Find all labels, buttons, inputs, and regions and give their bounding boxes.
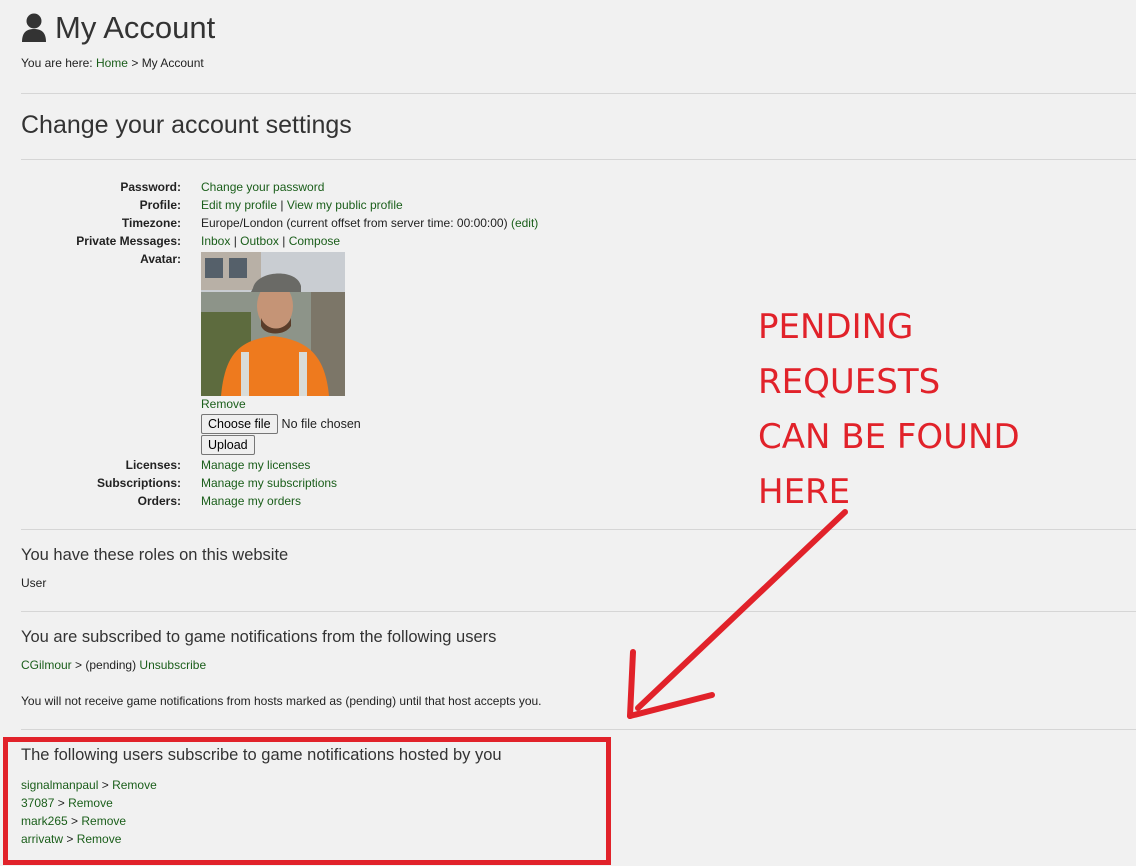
title-row: My Account [21,10,215,46]
orders-row: Orders: Manage my orders [0,492,538,510]
unsubscribe-link[interactable]: Unsubscribe [139,658,206,672]
no-file-chosen-text: No file chosen [281,417,361,431]
pending-note: You will not receive game notifications … [21,694,542,708]
breadcrumb-current: My Account [141,56,204,70]
remove-subscriber-link[interactable]: Remove [68,796,113,810]
subscribed-list-item: CGilmour > (pending) Unsubscribe [21,658,206,672]
private-messages-row: Private Messages: Inbox | Outbox | Compo… [0,232,538,250]
separator: > [57,796,65,810]
pending-status: (pending) [85,658,137,672]
password-row: Password: Change your password [0,178,538,196]
subscriber-user-link[interactable]: mark265 [21,814,68,828]
outbox-link[interactable]: Outbox [240,234,279,248]
avatar-image [201,252,345,396]
change-password-link[interactable]: Change your password [201,180,324,194]
page-title: My Account [55,10,216,45]
user-icon [22,13,46,42]
compose-link[interactable]: Compose [289,234,340,248]
separator: | [233,234,237,248]
annotation-line: HERE [758,472,851,512]
upload-button[interactable]: Upload [201,435,255,455]
profile-row: Profile: Edit my profile | View my publi… [0,196,538,214]
separator: > [75,658,83,672]
roles-heading: You have these roles on this website [21,546,289,564]
subscriber-user-link[interactable]: arrivatw [21,832,63,846]
account-settings: Password: Change your password Profile: … [0,178,538,510]
manage-licenses-link[interactable]: Manage my licenses [201,458,310,472]
role-value: User [21,576,47,590]
subscriptions-label: Subscriptions: [96,476,181,490]
remove-subscriber-link[interactable]: Remove [81,814,126,828]
password-label: Password: [120,180,181,194]
subscriber-user-link[interactable]: 37087 [21,796,54,810]
divider [21,529,1136,530]
subscriptions-row: Subscriptions: Manage my subscriptions [0,474,538,492]
edit-timezone-link[interactable]: (edit) [511,216,538,230]
remove-subscriber-link[interactable]: Remove [77,832,122,846]
annotation-line: REQUESTS [758,362,941,402]
separator: > [66,832,74,846]
annotation-text: PENDING REQUESTS CAN BE FOUND HERE [758,300,1118,520]
subscribed-heading: You are subscribed to game notifications… [21,628,497,646]
breadcrumb-separator: > [131,56,139,70]
breadcrumb-home-link[interactable]: Home [96,56,128,70]
licenses-row: Licenses: Manage my licenses [0,456,538,474]
separator: | [282,234,286,248]
profile-label: Profile: [139,198,181,212]
subscriber-user-link[interactable]: signalmanpaul [21,778,98,792]
breadcrumb: You are here: Home > My Account [21,56,215,70]
settings-heading: Change your account settings [21,111,352,139]
avatar-photo [201,252,345,396]
divider [21,93,1136,94]
avatar-row: Avatar: Remove Choose file No file chose… [0,250,538,455]
list-item: signalmanpaul > Remove [21,776,157,794]
edit-profile-link[interactable]: Edit my profile [201,198,277,212]
annotation-line: CAN BE FOUND [758,417,1020,457]
separator: | [280,198,284,212]
subscribers-list: signalmanpaul > Remove 37087 > Remove ma… [21,776,157,848]
manage-orders-link[interactable]: Manage my orders [201,494,301,508]
remove-subscriber-link[interactable]: Remove [112,778,157,792]
choose-file-button[interactable]: Choose file [201,414,278,434]
manage-subscriptions-link[interactable]: Manage my subscriptions [201,476,337,490]
separator: > [71,814,79,828]
timezone-row: Timezone: Europe/London (current offset … [0,214,538,232]
divider [21,729,1136,730]
subscribed-user-link[interactable]: CGilmour [21,658,72,672]
inbox-link[interactable]: Inbox [201,234,230,248]
list-item: 37087 > Remove [21,794,157,812]
orders-label: Orders: [137,494,181,508]
page-header: My Account You are here: Home > My Accou… [21,10,215,70]
list-item: mark265 > Remove [21,812,157,830]
breadcrumb-prefix: You are here: [21,56,93,70]
divider [21,611,1136,612]
separator: > [101,778,109,792]
file-picker: Choose file No file chosen [201,414,361,434]
annotation-line: PENDING [758,307,914,347]
avatar-label: Avatar: [140,252,181,266]
private-messages-label: Private Messages: [76,234,181,248]
divider [21,159,1136,160]
view-public-profile-link[interactable]: View my public profile [287,198,403,212]
timezone-label: Timezone: [121,216,181,230]
timezone-value: Europe/London (current offset from serve… [201,216,508,230]
subscribers-heading: The following users subscribe to game no… [21,746,502,764]
list-item: arrivatw > Remove [21,830,157,848]
licenses-label: Licenses: [125,458,181,472]
remove-avatar-link[interactable]: Remove [201,396,361,412]
